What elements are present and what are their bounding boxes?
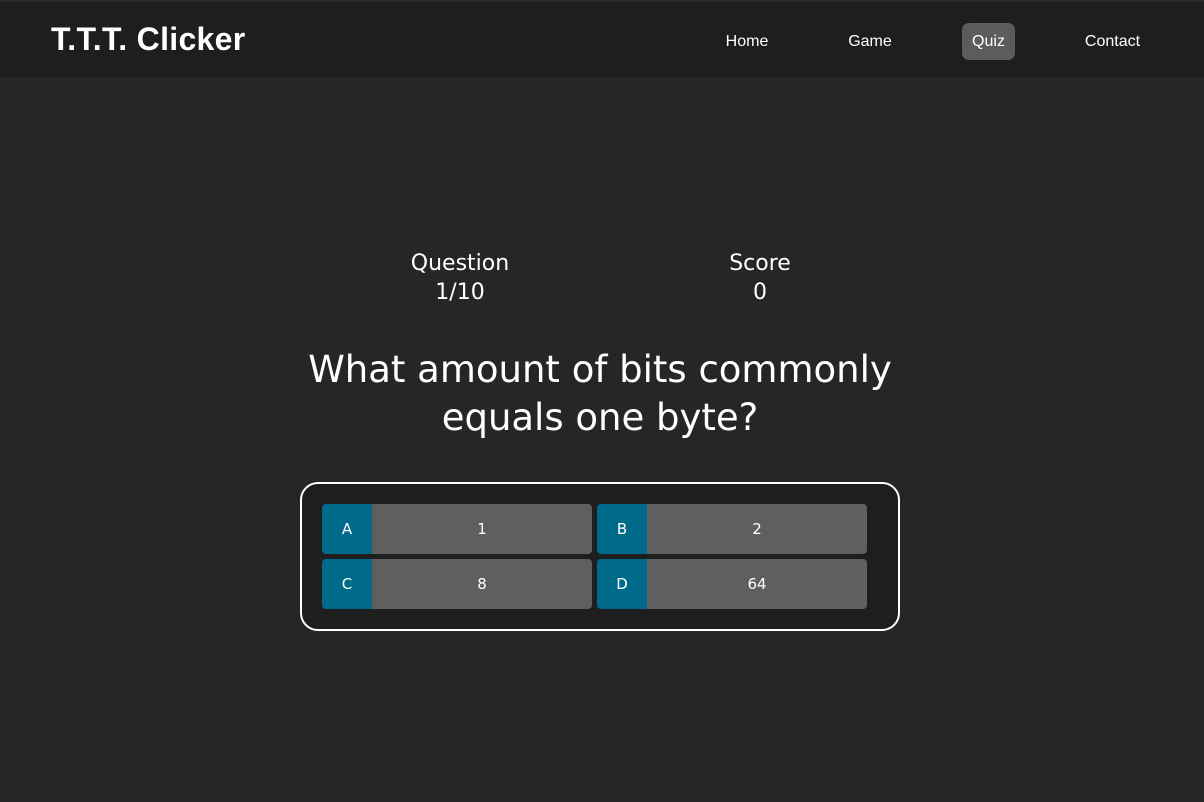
nav-contact-link[interactable]: Contact	[1076, 23, 1149, 60]
choice-text: 8	[372, 559, 592, 609]
question-counter: Question 1/10	[380, 249, 540, 307]
brand-logo-text[interactable]: T.T.T. Clicker	[51, 20, 246, 58]
score-value: 0	[753, 280, 767, 305]
nav-home-link[interactable]: Home	[716, 23, 778, 60]
choice-prefix: D	[597, 559, 647, 609]
choice-prefix: B	[597, 504, 647, 554]
choice-d-button[interactable]: D 64	[597, 559, 867, 609]
choice-b-button[interactable]: B 2	[597, 504, 867, 554]
choice-prefix: C	[322, 559, 372, 609]
choice-c-button[interactable]: C 8	[322, 559, 592, 609]
choice-a-button[interactable]: A 1	[322, 504, 592, 554]
choice-prefix: A	[322, 504, 372, 554]
answers-panel: A 1 B 2 C 8 D 64	[300, 482, 900, 631]
score-display: Score 0	[680, 249, 840, 307]
choice-text: 64	[647, 559, 867, 609]
question-counter-value: 1/10	[435, 280, 485, 305]
score-label: Score	[729, 251, 791, 276]
choice-text: 1	[372, 504, 592, 554]
nav-quiz-link[interactable]: Quiz	[962, 23, 1015, 60]
nav-game-link[interactable]: Game	[839, 23, 901, 60]
top-navbar: T.T.T. Clicker Home Game Quiz Contact	[0, 0, 1204, 77]
choice-text: 2	[647, 504, 867, 554]
question-counter-label: Question	[410, 251, 510, 276]
question-text: What amount of bits commonly equals one …	[308, 348, 892, 439]
